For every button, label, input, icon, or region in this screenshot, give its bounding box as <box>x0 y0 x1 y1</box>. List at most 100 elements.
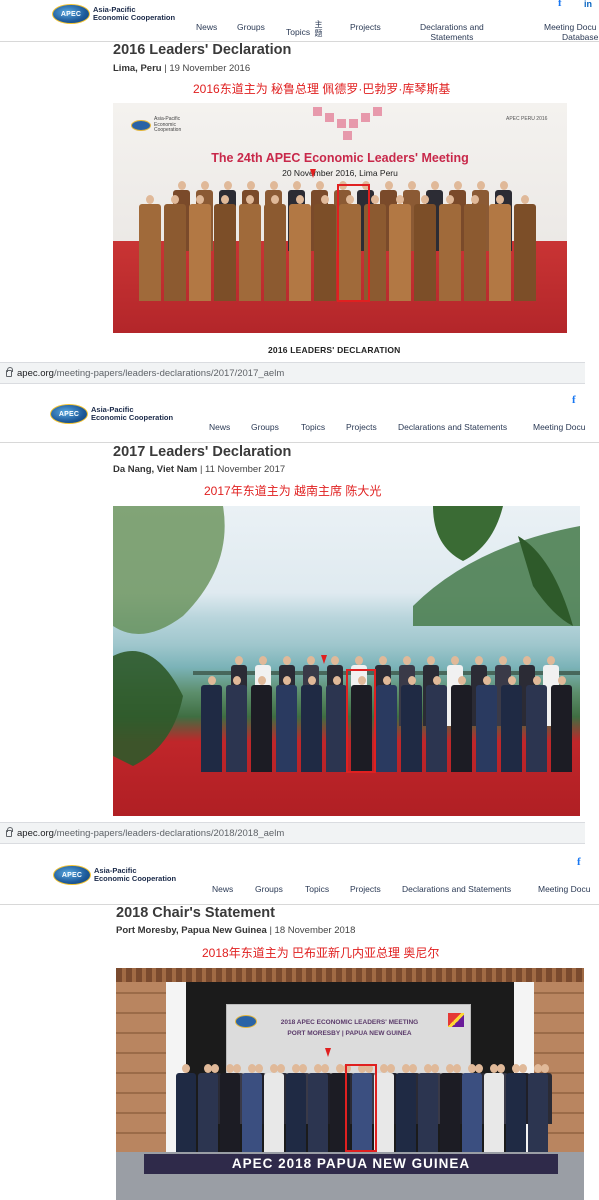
nav-projects[interactable]: Projects <box>346 422 377 432</box>
url-host: apec.org <box>17 367 54 379</box>
photo-caption: 2016 LEADERS' DECLARATION <box>268 345 401 355</box>
nav-projects[interactable]: Projects <box>350 884 381 894</box>
nav-groups[interactable]: Groups <box>255 884 283 894</box>
nav-meeting-docs-line1: Meeting Docu <box>544 22 597 32</box>
meeting-date: | 18 November 2018 <box>269 925 356 936</box>
leader-figure <box>289 195 311 301</box>
linkedin-icon[interactable]: in <box>584 0 592 9</box>
leader-figure <box>401 676 422 772</box>
leader-figure <box>514 195 536 301</box>
meeting-location-date: Da Nang, Viet Nam | 11 November 2017 <box>113 464 285 475</box>
host-highlight-box <box>337 184 370 302</box>
leader-figure <box>226 676 247 772</box>
apec-logo-mark: APEC <box>52 4 90 24</box>
leader-figure <box>389 195 411 301</box>
nav-groups[interactable]: Groups <box>251 422 279 432</box>
page-title: 2016 Leaders' Declaration <box>113 42 292 58</box>
leader-figure <box>189 195 211 301</box>
leader-figure <box>418 1064 438 1152</box>
leader-figure <box>376 676 397 772</box>
nav-meeting-docs[interactable]: Meeting Docu Database <box>544 22 598 42</box>
leader-figure <box>264 1064 284 1152</box>
leader-figure <box>276 676 297 772</box>
page-title: 2018 Chair's Statement <box>116 905 275 921</box>
leader-figure <box>214 195 236 301</box>
red-annotation: 2018年东道主为 巴布亚新几内亚总理 奥尼尔 <box>202 946 440 960</box>
nav-topics[interactable]: Topics <box>305 884 329 894</box>
browser-address-bar[interactable]: apec.org/meeting-papers/leaders-declarat… <box>0 362 585 384</box>
facebook-icon[interactable]: f <box>558 0 562 9</box>
screenshot-panel-2017: APEC Asia-Pacific Economic Cooperation N… <box>0 385 599 821</box>
apec-logo[interactable]: APEC Asia-Pacific Economic Cooperation <box>50 404 173 424</box>
leader-figure <box>439 195 461 301</box>
host-highlight-box <box>345 1064 377 1152</box>
leader-figure <box>164 195 186 301</box>
logo-line-2: Economic Cooperation <box>93 13 176 22</box>
url-host: apec.org <box>17 827 54 839</box>
logo-line-2: Economic Cooperation <box>94 874 177 883</box>
screenshot-panel-2016: APEC Asia-Pacific Economic Cooperation N… <box>0 0 599 362</box>
leader-figure <box>476 676 497 772</box>
nav-declarations[interactable]: Declarations and Statements <box>420 22 484 42</box>
page-title: 2017 Leaders' Declaration <box>113 444 292 460</box>
red-annotation: 2016东道主为 秘鲁总理 佩德罗·巴勃罗·库琴斯基 <box>193 82 451 96</box>
red-annotation: 2017年东道主为 越南主席 陈大光 <box>204 484 382 498</box>
nav-declarations[interactable]: Declarations and Statements <box>398 422 507 432</box>
meeting-location-date: Port Moresby, Papua New Guinea | 18 Nove… <box>116 925 355 936</box>
leader-figure <box>198 1064 218 1152</box>
meeting-location-date: Lima, Peru | 19 November 2016 <box>113 63 250 74</box>
group-photo-2016: Asia-Pacific Economic Cooperation APEC P… <box>113 103 567 333</box>
facebook-icon[interactable]: f <box>572 394 576 406</box>
nav-news[interactable]: News <box>196 22 217 32</box>
nav-meeting-docs[interactable]: Meeting Docu <box>538 884 590 894</box>
nav-topics[interactable]: Topics <box>286 27 310 37</box>
meeting-location: Da Nang, Viet Nam <box>113 464 198 475</box>
apec-logo[interactable]: APEC Asia-Pacific Economic Cooperation <box>52 4 175 24</box>
nav-meeting-docs-line2: Database <box>562 32 599 42</box>
leader-figure <box>314 195 336 301</box>
nav-topics[interactable]: Topics <box>301 422 325 432</box>
leader-figure <box>501 676 522 772</box>
leader-figure <box>414 195 436 301</box>
nav-news[interactable]: News <box>212 884 233 894</box>
group-photo-2018: 2018 APEC ECONOMIC LEADERS' MEETING PORT… <box>116 968 584 1200</box>
leader-figure <box>551 676 572 772</box>
red-arrow-marker <box>310 169 316 178</box>
apec-logo-mark: APEC <box>53 865 91 885</box>
leader-figure <box>239 195 261 301</box>
nav-meeting-docs[interactable]: Meeting Docu <box>533 422 585 432</box>
nav-news[interactable]: News <box>209 422 230 432</box>
url-path: /meeting-papers/leaders-declarations/201… <box>53 367 285 379</box>
nav-declarations-line2: Statements <box>430 32 474 42</box>
nav-declarations-line1: Declarations and <box>420 22 484 32</box>
site-header: APEC Asia-Pacific Economic Cooperation N… <box>0 846 599 905</box>
leader-figure <box>264 195 286 301</box>
leader-figure <box>301 676 322 772</box>
lock-icon <box>6 366 13 377</box>
apec-logo-mark: APEC <box>50 404 88 424</box>
group-photo-2017 <box>113 506 580 816</box>
logo-line-2: Economic Cooperation <box>91 413 174 422</box>
leader-figure <box>374 1064 394 1152</box>
stage-banner: APEC 2018 PAPUA NEW GUINEA <box>144 1154 558 1174</box>
nav-projects[interactable]: Projects <box>350 22 381 32</box>
site-header: APEC Asia-Pacific Economic Cooperation N… <box>0 0 599 42</box>
meeting-date: | 19 November 2016 <box>164 63 251 74</box>
facebook-icon[interactable]: f <box>577 856 581 868</box>
meeting-location: Lima, Peru <box>113 63 162 74</box>
leader-figure <box>396 1064 416 1152</box>
host-highlight-box <box>346 669 376 773</box>
red-arrow-marker <box>321 655 327 664</box>
nav-declarations[interactable]: Declarations and Statements <box>402 884 511 894</box>
browser-address-bar[interactable]: apec.org/meeting-papers/leaders-declarat… <box>0 822 585 844</box>
meeting-date: | 11 November 2017 <box>199 464 286 475</box>
leader-figure <box>489 195 511 301</box>
url-path: /meeting-papers/leaders-declarations/201… <box>53 827 285 839</box>
leader-figure <box>286 1064 306 1152</box>
nav-groups[interactable]: Groups <box>237 22 265 32</box>
apec-logo[interactable]: APEC Asia-Pacific Economic Cooperation <box>53 865 176 885</box>
leader-figure <box>201 676 222 772</box>
meeting-location: Port Moresby, Papua New Guinea <box>116 925 267 936</box>
leader-figure <box>451 676 472 772</box>
leader-figure <box>484 1064 504 1152</box>
